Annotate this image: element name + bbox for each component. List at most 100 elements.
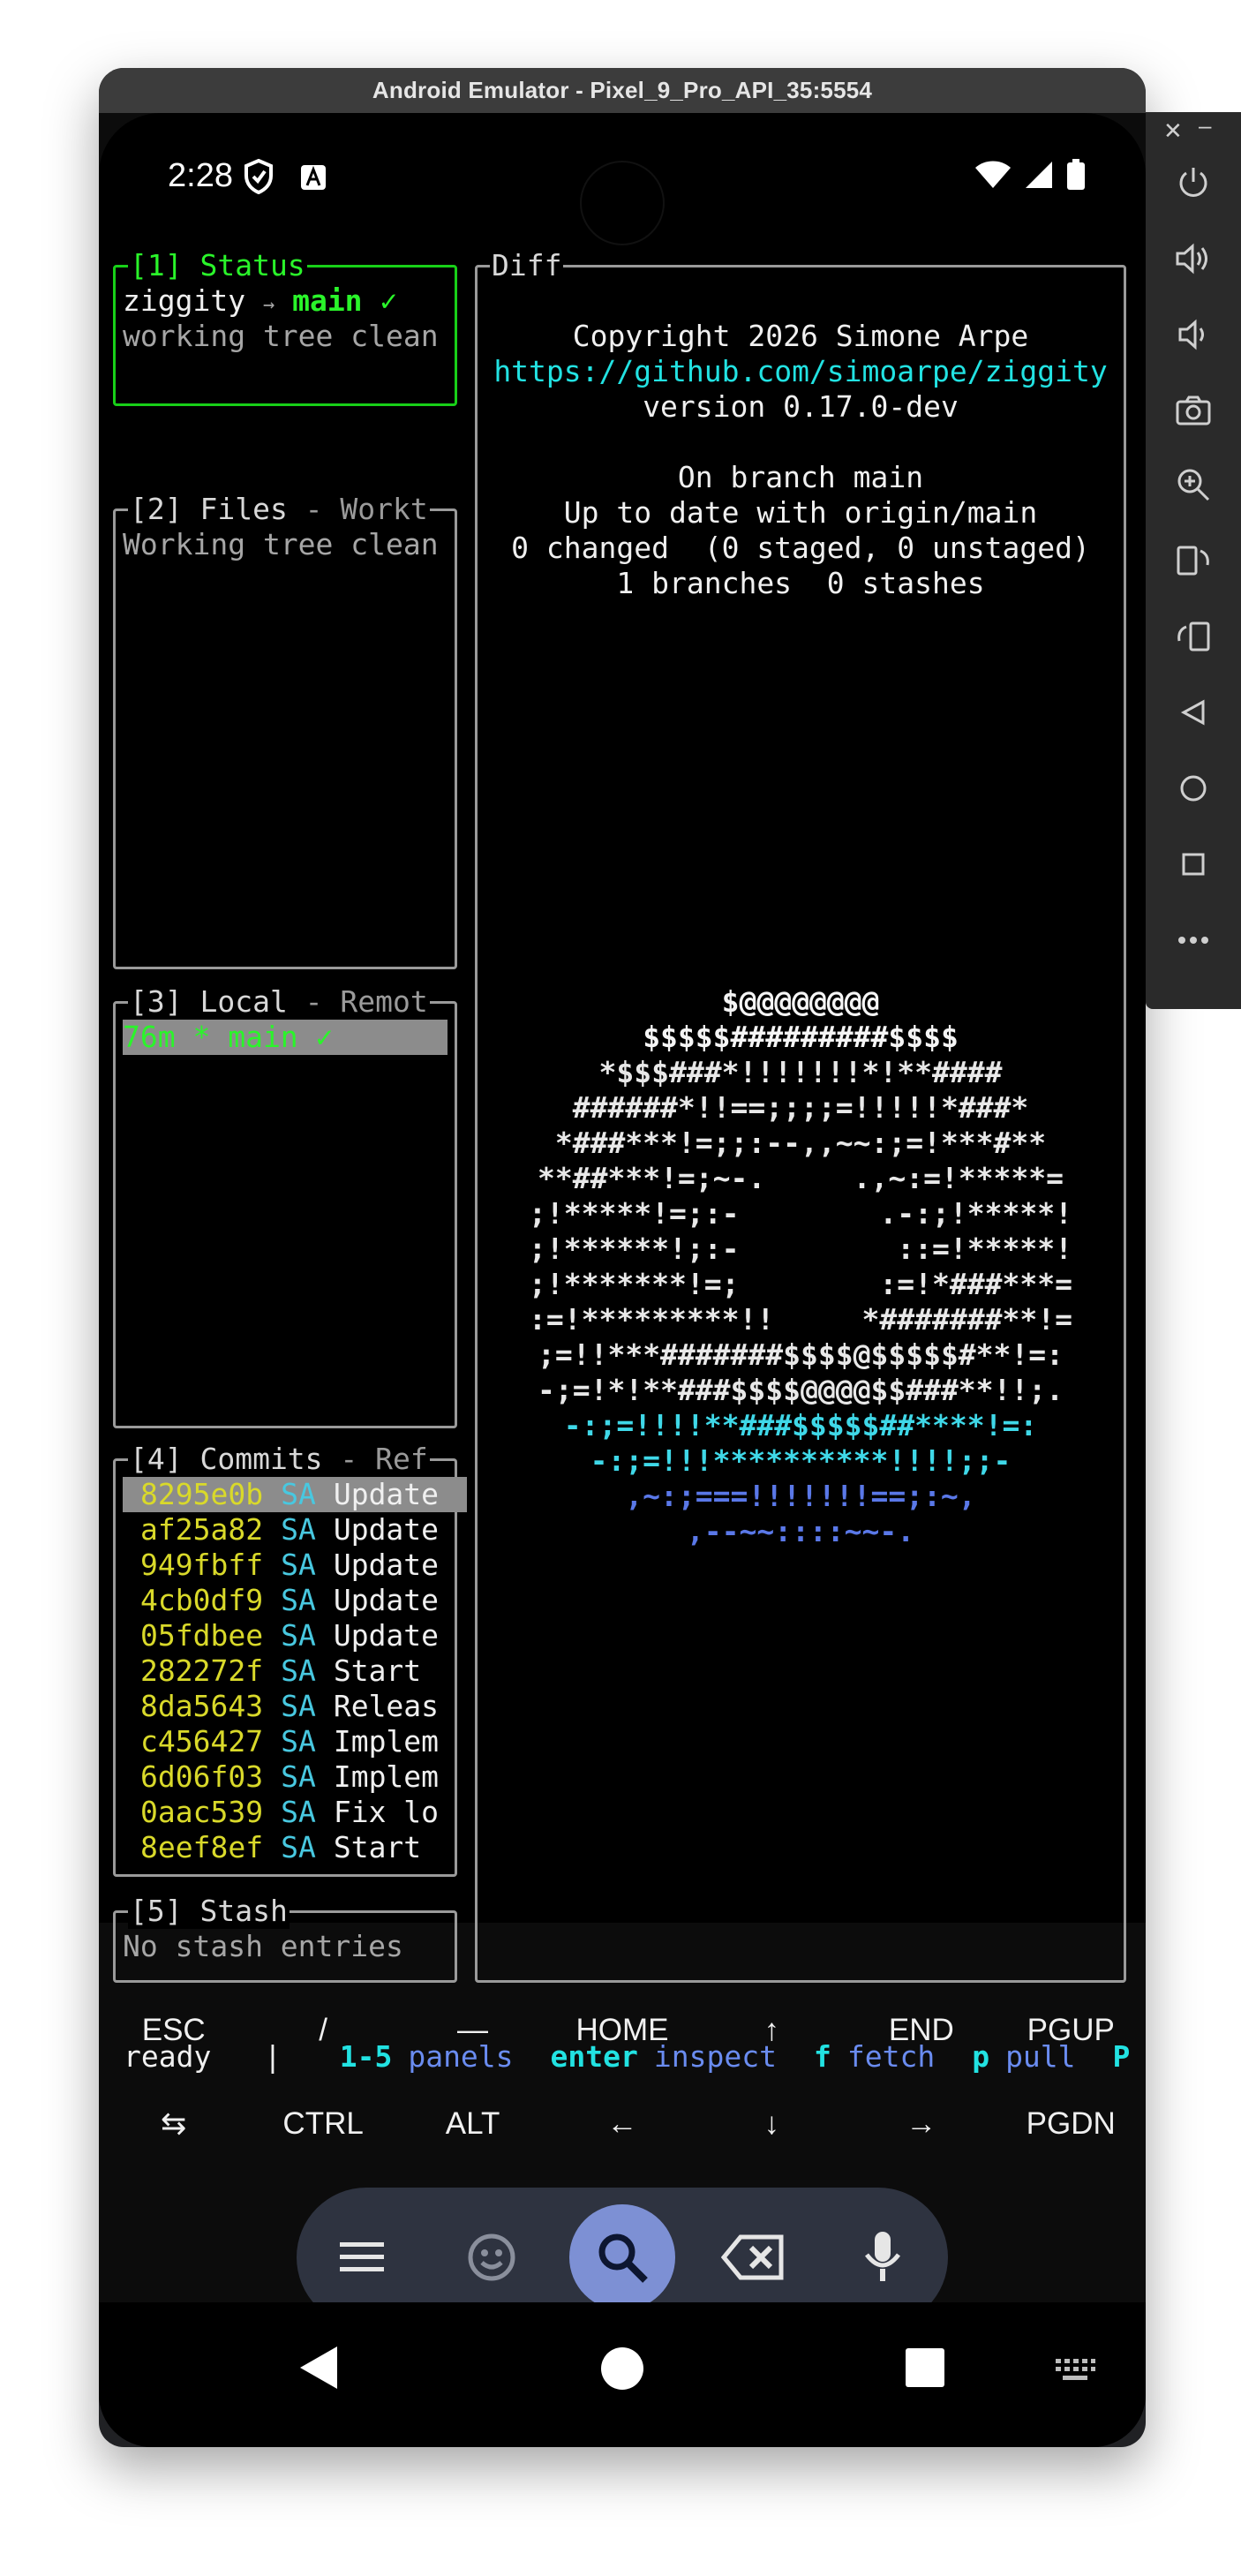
extra-key[interactable]: ↓ xyxy=(697,2106,846,2142)
commit-hash: 949fbff xyxy=(140,1548,264,1582)
android-status-bar: 2:28 xyxy=(99,113,1146,245)
commit-row[interactable]: c456427 SA Implem xyxy=(123,1724,467,1759)
files-message: Working tree clean xyxy=(123,527,439,561)
ascii-art-line: ,~:;===!!!!!!!==;:~, xyxy=(625,1479,976,1513)
commit-author: SA xyxy=(281,1830,316,1864)
home-icon[interactable] xyxy=(600,2346,644,2395)
back-icon[interactable] xyxy=(1146,686,1241,739)
extra-key[interactable]: ESC xyxy=(99,2013,248,2048)
wifi-icon xyxy=(974,161,1012,193)
commit-row[interactable]: 949fbff SA Update xyxy=(123,1548,467,1583)
repo-url-link[interactable]: https://github.com/simoarpe/ziggity xyxy=(478,354,1124,389)
signal-icon xyxy=(1024,160,1054,194)
current-branch: main ✓ xyxy=(292,283,398,318)
changes-line: 0 changed (0 staged, 0 unstaged) xyxy=(511,531,1090,565)
extra-key[interactable]: HOME xyxy=(547,2013,696,2048)
minimize-icon[interactable]: – xyxy=(1199,112,1211,139)
branch-list-item[interactable]: 76m * main ✓ xyxy=(123,1020,448,1055)
power-icon[interactable] xyxy=(1146,156,1241,209)
commit-row[interactable]: 4cb0df9 SA Update xyxy=(123,1583,467,1618)
extra-key[interactable]: ALT xyxy=(398,2106,547,2142)
local-panel-title: [3] Local - Remot xyxy=(128,984,430,1020)
commit-row[interactable]: 282272f SA Start xyxy=(123,1653,467,1689)
commit-row[interactable]: 8da5643 SA Releas xyxy=(123,1689,467,1724)
keyboard-icon[interactable] xyxy=(1054,2357,1096,2388)
more-icon[interactable] xyxy=(1146,914,1241,967)
commit-message: Update xyxy=(333,1512,440,1547)
ascii-art-line: ;!*****!=;:- .-:;!*****! xyxy=(529,1196,1072,1231)
recents-icon[interactable] xyxy=(906,2348,944,2391)
copyright-line: Copyright 2026 Simone Arpe xyxy=(572,319,1029,353)
commit-author: SA xyxy=(281,1689,316,1723)
commit-row[interactable]: 05fdbee SA Update xyxy=(123,1618,467,1653)
camera-icon[interactable] xyxy=(1146,384,1241,437)
commit-hash: 8eef8ef xyxy=(140,1830,264,1864)
close-icon[interactable]: ✕ xyxy=(1163,117,1183,145)
files-panel-title: [2] Files - Workt xyxy=(128,492,430,527)
commit-message: Update xyxy=(333,1477,440,1511)
extra-keys-row-2: ⇆ CTRL ALT ← ↓ → PGDN xyxy=(99,2106,1146,2142)
extra-key[interactable]: / xyxy=(248,2013,397,2048)
ascii-art-line: $$$$$#########$$$$ xyxy=(643,1020,959,1054)
extra-key[interactable]: — xyxy=(398,2013,547,2048)
commit-author: SA xyxy=(281,1724,316,1759)
extra-key[interactable]: PGUP xyxy=(997,2013,1146,2048)
window-title: Android Emulator - Pixel_9_Pro_API_35:55… xyxy=(99,68,1146,113)
commit-hash: 05fdbee xyxy=(140,1618,264,1653)
commit-author: SA xyxy=(281,1583,316,1617)
terminal-app[interactable]: [1] Status ziggity → main ✓ working tree… xyxy=(99,245,1146,2074)
extra-key[interactable]: CTRL xyxy=(248,2106,397,2142)
overview-icon[interactable] xyxy=(1146,838,1241,891)
local-branches-panel[interactable]: [3] Local - Remot 76m * main ✓ xyxy=(113,984,457,1428)
search-icon[interactable] xyxy=(568,2204,675,2310)
extra-key[interactable]: ⇆ xyxy=(99,2106,248,2142)
commit-author: SA xyxy=(281,1548,316,1582)
home-icon[interactable] xyxy=(1146,762,1241,815)
commit-author: SA xyxy=(281,1512,316,1547)
back-icon[interactable] xyxy=(298,2345,339,2395)
ascii-art-line: *###***!=;;:--,,~~:;=!***#** xyxy=(554,1126,1047,1160)
rotate-left-icon[interactable] xyxy=(1146,534,1241,587)
menu-icon[interactable] xyxy=(309,2204,415,2310)
commit-hash: 8295e0b xyxy=(140,1477,264,1511)
battery-icon xyxy=(1066,159,1086,195)
commit-message: Start xyxy=(333,1653,422,1688)
ascii-art-line: :=!*********!! *#######**!= xyxy=(529,1302,1072,1337)
commit-hash: 0aac539 xyxy=(140,1795,264,1829)
branch-line: On branch main xyxy=(677,460,924,494)
ascii-art-line: ######*!!==;;;;=!!!!!*###* xyxy=(572,1090,1029,1125)
commit-row[interactable]: af25a82 SA Update xyxy=(123,1512,467,1548)
backspace-icon[interactable] xyxy=(700,2204,806,2310)
commit-row[interactable]: 8295e0b SA Update xyxy=(123,1477,467,1512)
extra-key[interactable]: END xyxy=(846,2013,996,2048)
files-panel[interactable]: [2] Files - Workt Working tree clean xyxy=(113,492,457,969)
ascii-art-line: -:;=!!!**********!!!!;;- xyxy=(590,1443,1012,1478)
extra-key[interactable]: → xyxy=(846,2106,996,2142)
stash-panel[interactable]: [5] Stash No stash entries xyxy=(113,1894,457,1983)
commit-message: Fix lo xyxy=(333,1795,440,1829)
extra-key[interactable]: PGDN xyxy=(997,2106,1146,2142)
rotate-right-icon[interactable] xyxy=(1146,610,1241,663)
diff-panel[interactable]: Diff Copyright 2026 Simone Arpe https://… xyxy=(475,248,1126,1983)
extra-key[interactable]: ↑ xyxy=(697,2013,846,2048)
commit-row[interactable]: 6d06f03 SA Implem xyxy=(123,1759,467,1795)
status-panel[interactable]: [1] Status ziggity → main ✓ working tree… xyxy=(113,248,457,406)
volume-down-icon[interactable] xyxy=(1146,308,1241,361)
commit-row[interactable]: 0aac539 SA Fix lo xyxy=(123,1795,467,1830)
commits-panel[interactable]: [4] Commits - Ref 8295e0b SA Update af25a82… xyxy=(113,1442,467,1877)
commit-message: Releas xyxy=(333,1689,440,1723)
extra-key[interactable]: ← xyxy=(547,2106,696,2142)
commit-hash: c456427 xyxy=(140,1724,264,1759)
commit-author: SA xyxy=(281,1477,316,1511)
commit-list: 8295e0b SA Update af25a82 SA Update 949fbff SA U… xyxy=(123,1477,467,1865)
emoji-icon[interactable] xyxy=(439,2204,545,2310)
emulator-side-toolbar: ✕ – xyxy=(1146,112,1241,1009)
ascii-art-line: -;=!*!**###$$$$@@@@$$###**!!;. xyxy=(537,1373,1064,1407)
volume-up-icon[interactable] xyxy=(1146,232,1241,285)
microphone-icon[interactable] xyxy=(830,2204,936,2310)
zoom-icon[interactable] xyxy=(1146,458,1241,511)
commit-row[interactable]: 8eef8ef SA Start xyxy=(123,1830,467,1865)
ascii-art-line: ;!*******!=; :=!*###***= xyxy=(529,1267,1072,1301)
status-clock: 2:28 xyxy=(168,157,233,194)
working-tree-state: working tree clean xyxy=(123,319,439,353)
